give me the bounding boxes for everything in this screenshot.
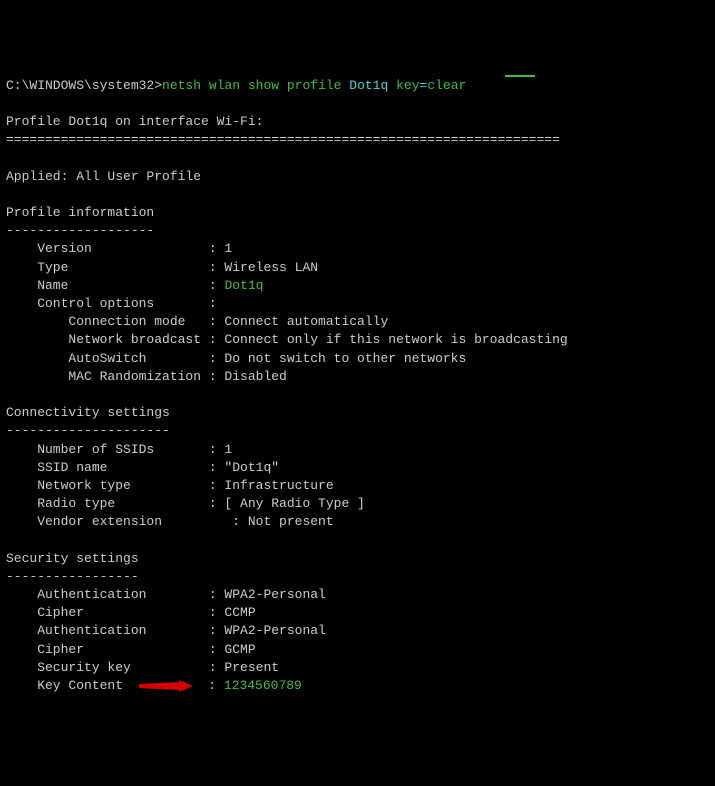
- cursor-glyph: [505, 75, 535, 77]
- kv-row-connectivity-3: Radio type : [ Any Radio Type ]: [6, 495, 709, 513]
- profile-name-value: Dot1q: [224, 278, 263, 293]
- kv-row-profile-0: Version : 1: [6, 240, 709, 258]
- section-rule-connectivity: ---------------------: [6, 422, 709, 440]
- kv-row-security-5: Key Content : 1234560789: [6, 677, 709, 695]
- section-rule-profile: -------------------: [6, 222, 709, 240]
- kv-row-security-2: Authentication : WPA2-Personal: [6, 622, 709, 640]
- kv-row-connectivity-4: Vendor extension : Not present: [6, 513, 709, 531]
- kv-row-profile-4: Connection mode : Connect automatically: [6, 313, 709, 331]
- kv-row-security-3: Cipher : GCMP: [6, 641, 709, 659]
- key-content-value: 1234560789: [224, 678, 302, 693]
- command-name: netsh wlan show profile: [162, 78, 341, 93]
- profile-header: Profile Dot1q on interface Wi-Fi:: [6, 113, 709, 131]
- kv-row-profile-2: Name : Dot1q: [6, 277, 709, 295]
- kv-row-profile-5: Network broadcast : Connect only if this…: [6, 331, 709, 349]
- kv-row-profile-7: MAC Randomization : Disabled: [6, 368, 709, 386]
- kv-row-security-1: Cipher : CCMP: [6, 604, 709, 622]
- section-title-profile: Profile information: [6, 204, 709, 222]
- section-rule-security: -----------------: [6, 568, 709, 586]
- command-arg-profile: Dot1q: [349, 78, 388, 93]
- highlight-arrow-icon: [139, 680, 193, 692]
- kv-row-connectivity-2: Network type : Infrastructure: [6, 477, 709, 495]
- prompt-path: C:\WINDOWS\system32>: [6, 78, 162, 93]
- kv-row-profile-3: Control options :: [6, 295, 709, 313]
- kv-row-security-4: Security key : Present: [6, 659, 709, 677]
- kv-row-profile-1: Type : Wireless LAN: [6, 259, 709, 277]
- kv-row-security-0: Authentication : WPA2-Personal: [6, 586, 709, 604]
- command-opt-value: clear: [427, 78, 466, 93]
- terminal-output: C:\WINDOWS\system32>netsh wlan show prof…: [6, 77, 709, 695]
- kv-row-profile-6: AutoSwitch : Do not switch to other netw…: [6, 350, 709, 368]
- section-title-connectivity: Connectivity settings: [6, 404, 709, 422]
- applied-line: Applied: All User Profile: [6, 168, 709, 186]
- command-prompt-line: C:\WINDOWS\system32>netsh wlan show prof…: [6, 77, 709, 95]
- kv-row-connectivity-0: Number of SSIDs : 1: [6, 441, 709, 459]
- header-rule: ========================================…: [6, 131, 709, 149]
- kv-row-connectivity-1: SSID name : "Dot1q": [6, 459, 709, 477]
- command-opt-key: key: [396, 78, 419, 93]
- section-title-security: Security settings: [6, 550, 709, 568]
